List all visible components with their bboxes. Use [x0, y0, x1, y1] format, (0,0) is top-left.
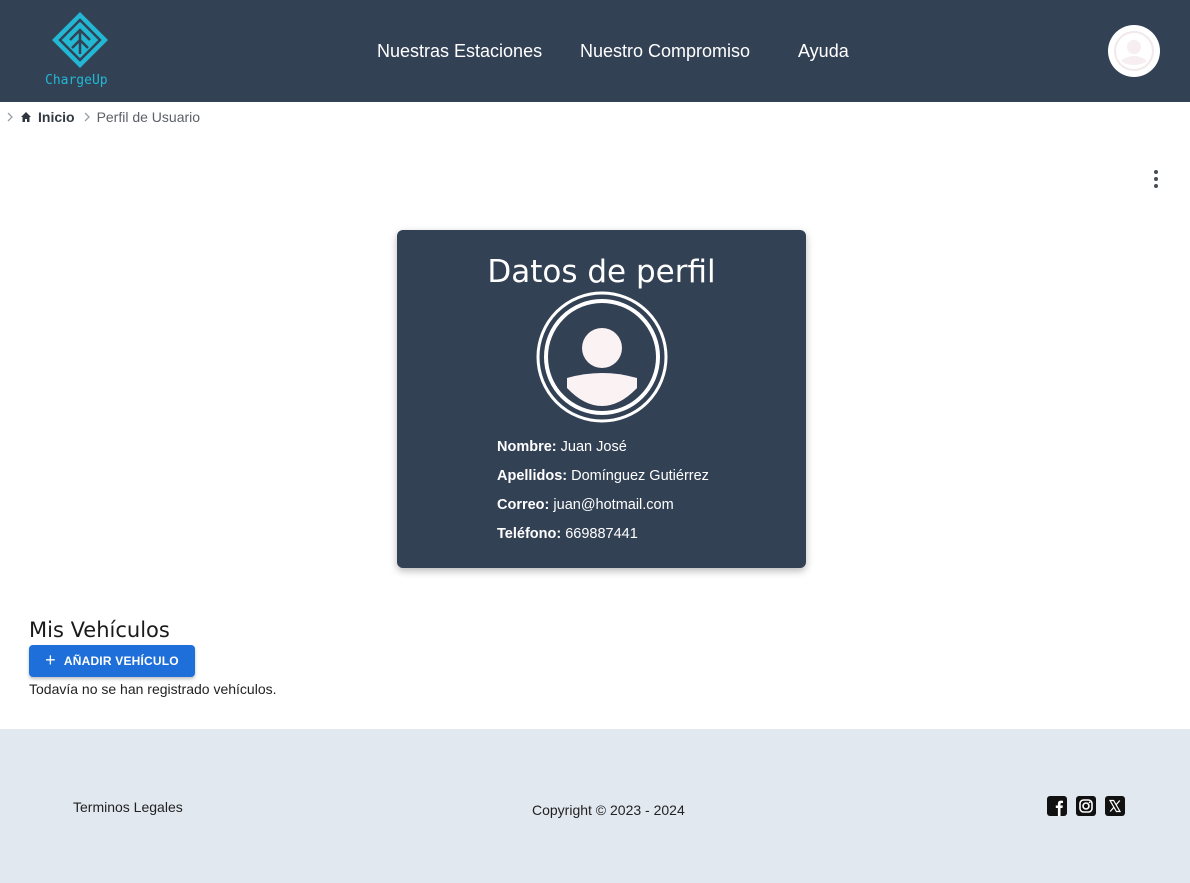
profile-field-apellidos: Apellidos: Domínguez Gutiérrez [497, 468, 709, 484]
breadcrumb-home-link[interactable]: Inicio [38, 109, 75, 125]
nav-ayuda[interactable]: Ayuda [798, 41, 849, 62]
main-nav: Nuestras Estaciones Nuestro Compromiso A… [0, 41, 1190, 65]
profile-card: Datos de perfil Nombre: Juan José Apelli… [397, 230, 806, 568]
facebook-icon[interactable] [1047, 796, 1067, 816]
chevron-right-icon [83, 111, 91, 123]
profile-field-telefono: Teléfono: 669887441 [497, 526, 638, 542]
chevron-right-icon [6, 111, 14, 123]
nav-nuestras-estaciones[interactable]: Nuestras Estaciones [377, 41, 542, 62]
home-icon [20, 111, 32, 123]
user-avatar-icon [1114, 31, 1154, 71]
breadcrumb-current: Perfil de Usuario [96, 109, 201, 125]
terms-link[interactable]: Terminos Legales [73, 799, 183, 815]
profile-field-correo: Correo: juan@hotmail.com [497, 497, 674, 513]
vehicles-title: Mis Vehículos [29, 618, 170, 642]
top-navbar: ChargeUp Nuestras Estaciones Nuestro Com… [0, 0, 1190, 102]
social-links [1047, 796, 1125, 816]
vehicles-empty-text: Todavía no se han registrado vehículos. [29, 681, 277, 697]
logo-text: ChargeUp [45, 73, 108, 88]
add-vehicle-label: AÑADIR VEHÍCULO [63, 654, 179, 668]
nav-nuestro-compromiso[interactable]: Nuestro Compromiso [580, 41, 750, 62]
profile-avatar-icon [535, 290, 669, 424]
add-vehicle-button[interactable]: + AÑADIR VEHÍCULO [29, 645, 195, 677]
profile-info: Nombre: Juan José Apellidos: Domínguez G… [497, 436, 797, 552]
user-avatar-button[interactable] [1108, 25, 1160, 77]
profile-card-title: Datos de perfil [487, 254, 716, 290]
plus-icon: + [45, 650, 56, 670]
breadcrumb: Inicio Perfil de Usuario [6, 108, 200, 126]
more-options-icon[interactable] [1146, 168, 1166, 190]
profile-field-nombre: Nombre: Juan José [497, 439, 627, 455]
copyright-text: Copyright © 2023 - 2024 [532, 802, 685, 818]
instagram-icon[interactable] [1076, 796, 1096, 816]
footer: Terminos Legales Copyright © 2023 - 2024 [0, 729, 1190, 883]
x-icon[interactable] [1105, 796, 1125, 816]
